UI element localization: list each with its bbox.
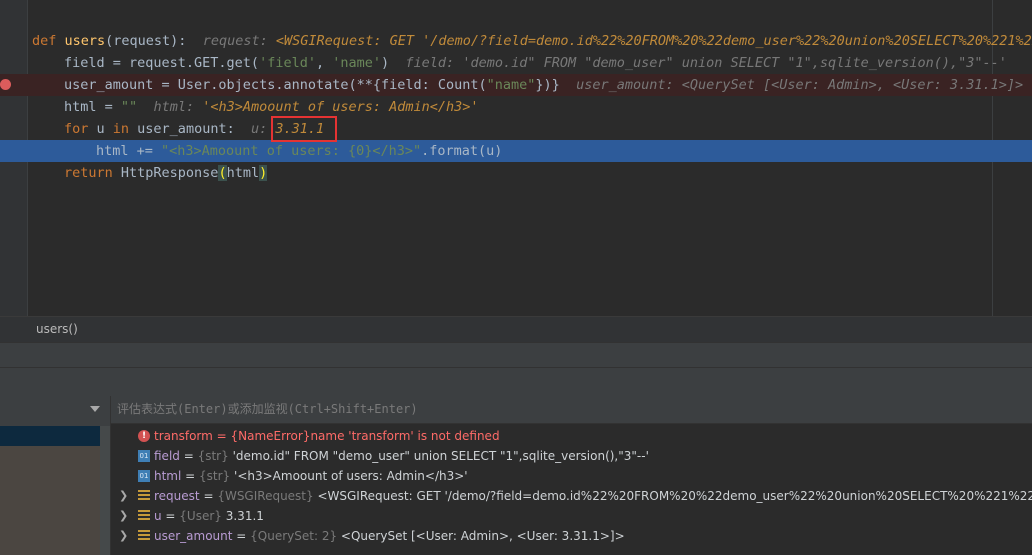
- code-line-3-breakpoint[interactable]: user_amount = User.objects.annotate(**{f…: [0, 74, 1032, 96]
- variable-type: {str}: [199, 469, 231, 483]
- code-line-6-execution-point[interactable]: html += "<h3>Amoount of users: {0}</h3>"…: [0, 140, 1032, 162]
- variable-value: name 'transform' is not defined: [310, 429, 500, 443]
- code-editor[interactable]: def users(request): request: <WSGIReques…: [0, 0, 1032, 316]
- error-icon: !: [138, 430, 150, 442]
- object-icon: [138, 490, 150, 502]
- code-token: ): [259, 165, 268, 181]
- code-token: .format(u): [421, 143, 503, 159]
- code-token: u: [96, 121, 113, 137]
- variable-value: 3.31.1: [221, 509, 264, 523]
- code-token: field = request.GET.get(: [64, 55, 260, 71]
- code-token: request:: [202, 33, 276, 49]
- code-token: '<h3>Amoount of users: Admin</h3>': [202, 99, 479, 115]
- variable-row-html[interactable]: 01 html = {str} '<h3>Amoount of users: Ad…: [111, 466, 1032, 486]
- code-token: for: [64, 121, 97, 137]
- code-line-3-text: user_amount = User.objects.annotate(**{f…: [64, 74, 1023, 96]
- expand-arrow-icon[interactable]: ❯: [119, 526, 128, 546]
- code-line-2-text: field = request.GET.get('field', 'name')…: [64, 52, 1007, 74]
- variable-name: u: [154, 509, 162, 523]
- code-token: return: [64, 165, 121, 181]
- code-token: 'field': [259, 55, 316, 71]
- code-token: def: [32, 33, 65, 49]
- code-line-1-text: def users(request): request: <WSGIReques…: [32, 30, 1032, 52]
- code-token: <WSGIRequest: GET '/demo/?field=demo.id%…: [275, 33, 1032, 49]
- object-icon: [138, 510, 150, 522]
- breadcrumb-function[interactable]: users(): [36, 322, 78, 336]
- code-token: "name": [486, 77, 536, 93]
- variable-text: request = {WSGIRequest} <WSGIRequest: GE…: [154, 486, 1032, 506]
- variable-text: transform = {NameError}name 'transform' …: [154, 429, 500, 443]
- code-token: html +=: [96, 143, 162, 159]
- code-line-1[interactable]: def users(request): request: <WSGIReques…: [0, 30, 1032, 52]
- variable-row-user-amount[interactable]: ❯ user_amount = {QuerySet: 2} <QuerySet […: [111, 526, 1032, 546]
- code-token: })}: [535, 77, 577, 93]
- variable-name: request: [154, 489, 200, 503]
- expand-arrow-icon[interactable]: ❯: [119, 506, 128, 526]
- code-token: (: [218, 165, 227, 181]
- code-token: in: [112, 121, 138, 137]
- evaluate-expression-input[interactable]: [117, 400, 1017, 418]
- variable-name: html: [154, 469, 182, 483]
- code-token: users: [64, 33, 106, 49]
- code-line-7-text: return HttpResponse(html): [64, 162, 268, 184]
- str-icon: 01: [138, 470, 150, 482]
- code-token: "<h3>Amoount of users: {0}</h3>": [161, 143, 422, 159]
- frames-panel: [0, 396, 111, 555]
- code-line-5[interactable]: for u in user_amount: u: 3.31.1: [0, 118, 1032, 140]
- code-token: ): [381, 55, 406, 71]
- code-token: ,: [315, 55, 333, 71]
- frame-list[interactable]: [0, 446, 100, 555]
- variable-row-request[interactable]: ❯ request = {WSGIRequest} <WSGIRequest: G…: [111, 486, 1032, 506]
- code-line-4-text: html = "" html: '<h3>Amoount of users: A…: [64, 96, 479, 118]
- code-token: (request):: [105, 33, 203, 49]
- code-line-2[interactable]: field = request.GET.get('field', 'name')…: [0, 52, 1032, 74]
- frames-scrollbar[interactable]: [100, 426, 110, 555]
- debug-tab-bar: [0, 342, 1032, 368]
- code-token: html: [226, 165, 260, 181]
- code-token: HttpResponse: [120, 165, 219, 181]
- variable-row-field[interactable]: 01 field = {str} 'demo.id" FROM "demo_use…: [111, 446, 1032, 466]
- code-token: user_amount = User.objects.annotate(**{f…: [64, 77, 487, 93]
- variable-type: {User}: [179, 509, 222, 523]
- code-line-6-text: html += "<h3>Amoount of users: {0}</h3>"…: [96, 140, 502, 162]
- debug-toolbar: [0, 367, 1032, 396]
- code-line-7[interactable]: return HttpResponse(html): [0, 162, 1032, 184]
- code-token: field: 'demo.id" FROM "demo_user" union …: [405, 55, 1007, 71]
- variables-panel: ! transform = {NameError}name 'transform'…: [111, 396, 1032, 555]
- variable-value: <WSGIRequest: GET '/demo/?field=demo.id%…: [313, 489, 1032, 503]
- variable-type: {NameError}: [230, 429, 311, 443]
- chevron-down-icon[interactable]: [90, 406, 100, 412]
- variable-type: {QuerySet: 2}: [250, 529, 338, 543]
- variable-text: field = {str} 'demo.id" FROM "demo_user"…: [154, 449, 649, 463]
- variable-name: field: [154, 449, 180, 463]
- variable-value: '<h3>Amoount of users: Admin</h3>': [230, 469, 468, 483]
- variable-row-u[interactable]: ❯ u = {User} 3.31.1: [111, 506, 1032, 526]
- highlight-annotation-box: [271, 116, 337, 142]
- variable-type: {str}: [197, 449, 229, 463]
- code-token: user_amount: <QuerySet [<User: Admin>, <…: [576, 77, 1024, 93]
- selected-frame[interactable]: [0, 426, 100, 446]
- code-token: "": [120, 99, 138, 115]
- object-icon: [138, 530, 150, 542]
- str-icon: 01: [138, 450, 150, 462]
- breakpoint-icon[interactable]: [0, 79, 11, 90]
- variable-value: <QuerySet [<User: Admin>, <User: 3.31.1>…: [337, 529, 625, 543]
- code-token: html =: [64, 99, 121, 115]
- variable-type: {WSGIRequest}: [217, 489, 314, 503]
- code-line-4[interactable]: html = "" html: '<h3>Amoount of users: A…: [0, 96, 1032, 118]
- evaluate-expression-bar: [111, 396, 1032, 424]
- expand-arrow-icon[interactable]: ❯: [119, 486, 128, 506]
- variable-row-transform[interactable]: ! transform = {NameError}name 'transform'…: [111, 426, 1032, 446]
- code-token: 'name': [332, 55, 382, 71]
- code-token: user_amount:: [137, 121, 251, 137]
- variable-value: 'demo.id" FROM "demo_user" union SELECT …: [228, 449, 649, 463]
- variable-name: user_amount: [154, 529, 233, 543]
- breadcrumb[interactable]: users(): [0, 316, 1032, 343]
- variable-text: user_amount = {QuerySet: 2} <QuerySet [<…: [154, 529, 625, 543]
- variable-name: transform: [154, 429, 213, 443]
- variable-text: u = {User} 3.31.1: [154, 509, 264, 523]
- code-token: html:: [153, 99, 203, 115]
- variable-text: html = {str} '<h3>Amoount of users: Admi…: [154, 469, 468, 483]
